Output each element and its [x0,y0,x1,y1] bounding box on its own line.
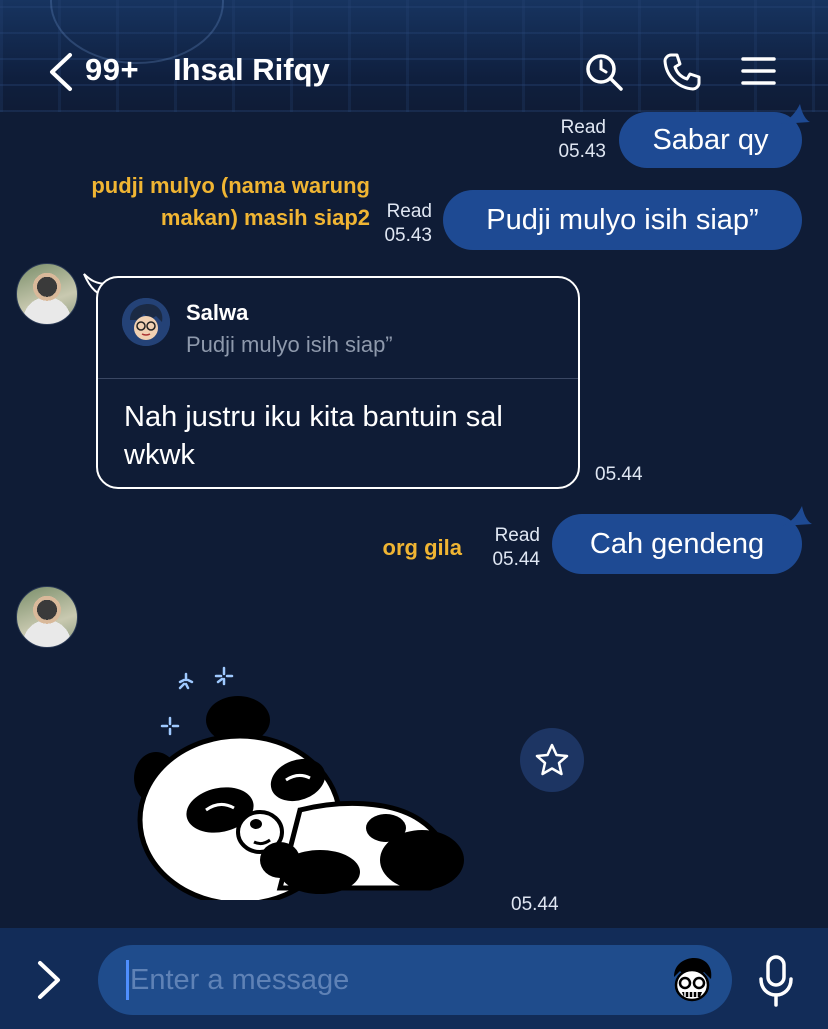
incoming-reply-bubble[interactable]: Salwa Pudji mulyo isih siap” Nah justru … [96,276,580,489]
message-time: 05.44 [595,464,643,485]
outgoing-message-bubble[interactable]: Sabar qy [619,112,802,168]
microphone-icon[interactable] [756,955,796,1007]
phone-icon[interactable] [662,52,702,92]
menu-icon[interactable] [740,52,780,92]
quoted-text: Pudji mulyo isih siap” [186,332,393,357]
message-time: 05.43 [558,141,606,162]
text-cursor [126,960,129,1000]
contact-name[interactable]: Ihsal Rifqy [173,52,330,88]
message-read-status: Read 05.43 [544,116,606,164]
back-chevron-icon[interactable] [44,52,80,92]
message-time: 05.43 [384,225,432,246]
cartoon-avatar-icon [122,298,170,346]
message-time: 05.44 [492,549,540,570]
message-note: org gila [382,535,462,560]
message-text: Cah gendeng [589,527,765,560]
outgoing-message-bubble[interactable]: Cah gendeng [552,514,802,574]
quoted-sender-name: Salwa [186,300,249,325]
read-label: Read [560,117,606,138]
favorite-sticker-button[interactable] [520,728,584,792]
outgoing-message-bubble[interactable]: Pudji mulyo isih siap” [443,190,802,250]
sticker-emoji-icon[interactable] [668,955,716,1003]
bubble-tail [780,104,810,124]
message-text: Nah justru iku kita bantuin sal wkwk [124,401,503,471]
quoted-sender-avatar [122,298,170,346]
chevron-right-icon[interactable] [30,958,66,1002]
search-icon[interactable] [584,52,624,92]
message-read-status: Read 05.44 [478,524,540,572]
quoted-message[interactable]: Salwa Pudji mulyo isih siap” [98,278,578,379]
unread-count[interactable]: 99+ [85,52,139,88]
message-text: Pudji mulyo isih siap” [486,203,759,236]
message-input[interactable] [98,945,732,1015]
sleeping-panda-sticker[interactable] [130,660,480,900]
contact-avatar[interactable] [16,263,78,325]
message-time: 05.44 [511,894,559,915]
message-note: pudji mulyo (nama warung makan) masih si… [91,173,370,230]
read-label: Read [386,201,432,222]
bubble-tail [782,506,812,526]
contact-avatar[interactable] [16,586,78,648]
star-icon [535,743,569,776]
message-text: Sabar qy [652,123,769,156]
read-label: Read [494,525,540,546]
message-read-status: Read 05.43 [370,200,432,248]
